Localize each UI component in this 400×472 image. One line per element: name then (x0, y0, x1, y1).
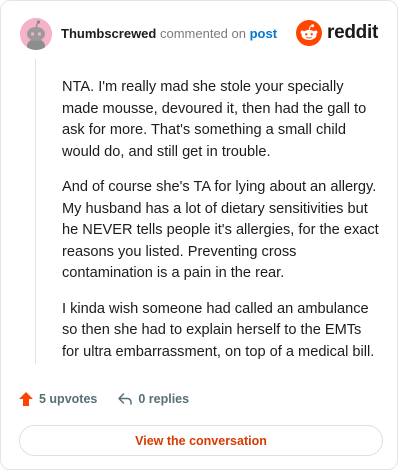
upvote-count: 5 upvotes (39, 392, 98, 406)
upvote-arrow-icon[interactable] (18, 391, 34, 407)
snoo-avatar-icon (20, 18, 52, 50)
post-link[interactable]: post (250, 26, 277, 41)
comment-paragraph: I kinda wish someone had called an ambul… (62, 300, 375, 360)
reddit-snoo-icon (296, 20, 323, 46)
comment-paragraph: NTA. I'm really mad she stole your speci… (62, 79, 367, 160)
thread-line (35, 59, 36, 364)
reddit-logo[interactable]: reddit (296, 19, 378, 47)
comment-actions: 5 upvotes 0 replies (18, 391, 189, 407)
comment-body: NTA. I'm really mad she stole your speci… (62, 77, 382, 377)
author-name[interactable]: Thumbscrewed (61, 26, 156, 41)
comment-header: Thumbscrewed commented on post (61, 26, 277, 41)
action-text: commented on (159, 26, 246, 41)
reply-count: 0 replies (138, 392, 190, 406)
user-avatar[interactable] (20, 18, 52, 50)
view-conversation-button[interactable]: View the conversation (19, 425, 383, 456)
reply-arrow-icon[interactable] (117, 391, 133, 407)
reddit-wordmark: reddit (327, 22, 378, 43)
comment-embed-card: Thumbscrewed commented on post reddit NT… (0, 0, 398, 470)
comment-paragraph: And of course she's TA for lying about a… (62, 179, 379, 281)
view-conversation-label: View the conversation (135, 433, 267, 448)
reply-button[interactable]: 0 replies (117, 391, 189, 407)
upvote-button[interactable]: 5 upvotes (18, 391, 97, 407)
